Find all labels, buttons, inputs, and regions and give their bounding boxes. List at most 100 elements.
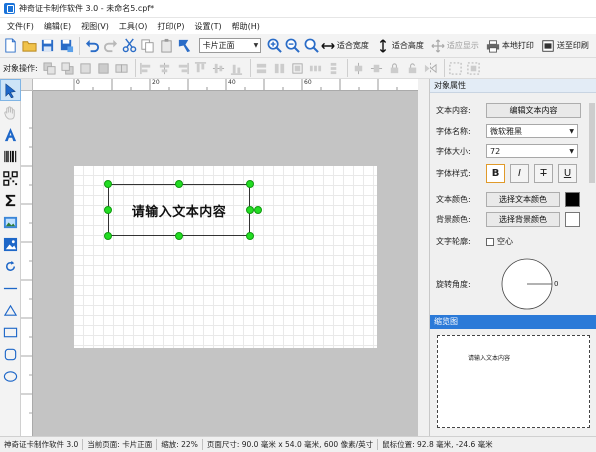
menu-tools[interactable]: 工具(O) [114,21,153,32]
zoom-actual-icon[interactable] [302,37,320,55]
bg-color-label: 背景颜色: [436,215,471,224]
undo-icon[interactable] [83,37,101,55]
resize-handle-top[interactable] [175,180,183,188]
align-right-icon[interactable] [175,60,191,76]
text-object[interactable]: 请输入文本内容 [108,184,250,236]
text-tool[interactable] [0,123,21,145]
format-painter-icon[interactable] [176,37,194,55]
menu-view[interactable]: 视图(V) [76,21,114,32]
send-backward-icon[interactable] [96,60,112,76]
resize-handle-top-left[interactable] [104,180,112,188]
toolbar-separator [346,59,348,77]
bold-button[interactable]: B [486,164,505,183]
font-name-select[interactable]: 微软雅黑 ▼ [486,124,578,138]
lock-icon[interactable] [387,60,403,76]
preview-thumbnail[interactable]: 请输入文本内容 [437,335,590,428]
line-tool[interactable] [0,277,21,299]
menu-file[interactable]: 文件(F) [2,21,39,32]
page-select[interactable]: 卡片正面 ▼ [198,38,262,53]
strikethrough-button[interactable]: T [534,164,553,183]
underline-button[interactable]: U [558,164,577,183]
new-file-icon[interactable] [2,37,20,55]
menu-edit[interactable]: 编辑(E) [39,21,76,32]
same-size-icon[interactable] [290,60,306,76]
redo-icon[interactable] [102,37,120,55]
select-all-icon[interactable] [448,60,464,76]
rounded-rect-tool[interactable] [0,343,21,365]
toolbox [0,79,21,436]
font-size-row: 字体大小: 72 ▼ [430,144,590,158]
group-icon[interactable] [114,60,130,76]
fit-display-button[interactable]: 适应显示 [431,38,479,53]
distribute-v-icon[interactable] [326,60,342,76]
copy-icon[interactable] [139,37,157,55]
align-middle-icon[interactable] [211,60,227,76]
rotate-tool[interactable] [0,255,21,277]
bg-color-swatch[interactable] [565,212,580,227]
barcode-tool[interactable] [0,145,21,167]
menu-help[interactable]: 帮助(H) [227,21,265,32]
rectangle-tool[interactable] [0,321,21,343]
photo-tool[interactable] [0,233,21,255]
local-print-button[interactable]: 本地打印 [486,39,534,53]
resize-handle-bottom-left[interactable] [104,232,112,240]
text-color-swatch[interactable] [565,192,580,207]
select-tool[interactable] [0,79,21,101]
zoom-in-icon[interactable] [265,37,283,55]
distribute-h-icon[interactable] [308,60,324,76]
resize-handle-top-right[interactable] [246,180,254,188]
edit-text-button[interactable]: 编辑文本内容 [486,103,581,118]
card-page[interactable]: 请输入文本内容 [74,166,377,348]
center-h-icon[interactable] [351,60,367,76]
design-canvas[interactable]: 请输入文本内容 [33,91,418,436]
send-print-button[interactable]: 送至印刷 [541,39,589,53]
ruler-label: 60 [304,79,312,86]
fit-height-button[interactable]: 适合高度 [376,38,424,53]
align-top-icon[interactable] [193,60,209,76]
save-icon[interactable] [39,37,57,55]
align-center-icon[interactable] [157,60,173,76]
bring-forward-icon[interactable] [78,60,94,76]
cut-icon[interactable] [120,37,138,55]
same-height-icon[interactable] [272,60,288,76]
resize-handle-right[interactable] [246,206,254,214]
send-back-icon[interactable] [60,60,76,76]
resize-handle-left[interactable] [104,206,112,214]
menu-print[interactable]: 打印(P) [152,21,189,32]
rectangle-icon [3,327,18,337]
text-color-label: 文本颜色: [436,195,471,204]
align-left-icon[interactable] [139,60,155,76]
text-color-button[interactable]: 选择文本颜色 [486,192,560,207]
qrcode-tool[interactable] [0,167,21,189]
resize-handle-bottom[interactable] [175,232,183,240]
hollow-checkbox[interactable] [486,237,494,246]
bg-color-button[interactable]: 选择背景颜色 [486,212,560,227]
image-tool[interactable] [0,211,21,233]
rotation-dial[interactable] [500,257,558,313]
pan-tool[interactable] [0,101,21,123]
same-width-icon[interactable] [254,60,270,76]
flip-icon[interactable] [423,60,439,76]
zoom-out-icon[interactable] [284,37,302,55]
paste-icon[interactable] [157,37,175,55]
formula-tool[interactable] [0,189,21,211]
status-app: 神奇证卡制作软件 3.0 [0,439,84,450]
menu-settings[interactable]: 设置(T) [189,21,226,32]
bring-front-icon[interactable] [42,60,58,76]
unlock-icon[interactable] [405,60,421,76]
chevron-down-icon: ▼ [569,127,574,135]
triangle-tool[interactable] [0,299,21,321]
text-content-label: 文本内容: [436,106,471,115]
ellipse-tool[interactable] [0,365,21,387]
rotate-handle[interactable] [254,206,262,214]
fit-width-button[interactable]: 适合宽度 [321,39,369,53]
resize-handle-bottom-right[interactable] [246,232,254,240]
select-region-icon[interactable] [466,60,482,76]
open-folder-icon[interactable] [21,37,39,55]
font-size-select[interactable]: 72 ▼ [486,144,578,158]
center-v-icon[interactable] [369,60,385,76]
align-bottom-icon[interactable] [229,60,245,76]
preview-panel: 缩览图 请输入文本内容 [429,315,596,436]
save-as-icon[interactable] [58,37,76,55]
italic-button[interactable]: I [510,164,529,183]
